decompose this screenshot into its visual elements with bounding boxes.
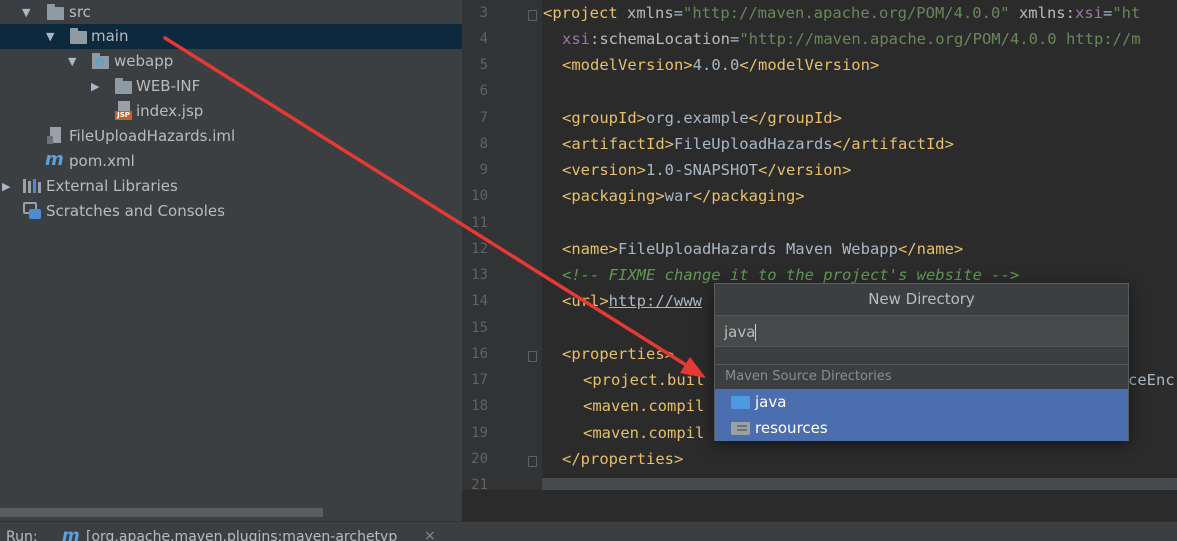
expanded-arrow-icon[interactable]: ▼ bbox=[22, 6, 30, 19]
directory-name-input[interactable]: java bbox=[715, 315, 1128, 347]
line-number: 20 bbox=[471, 451, 488, 467]
line-number: 9 bbox=[479, 162, 488, 178]
text-caret bbox=[755, 324, 757, 341]
editor-horizontal-scrollbar[interactable] bbox=[542, 478, 1177, 490]
tree-item-web-inf[interactable]: ▶ WEB-INF bbox=[0, 74, 462, 99]
tree-item-iml-file[interactable]: FileUploadHazards.iml bbox=[0, 124, 462, 149]
folder-icon bbox=[70, 28, 87, 44]
folder-icon bbox=[47, 4, 64, 20]
resources-folder-icon bbox=[731, 422, 750, 435]
source-folder-icon bbox=[731, 396, 750, 409]
line-number: 6 bbox=[479, 83, 488, 99]
fold-marker-icon[interactable] bbox=[528, 351, 537, 362]
line-number: 7 bbox=[479, 110, 488, 126]
line-number: 19 bbox=[471, 425, 488, 441]
code-line-10: <packaging>war</packaging> bbox=[562, 187, 805, 205]
tree-horizontal-scrollbar[interactable] bbox=[0, 508, 323, 517]
collapsed-arrow-icon[interactable]: ▶ bbox=[2, 180, 10, 193]
expanded-arrow-icon[interactable]: ▼ bbox=[68, 55, 76, 68]
tree-item-webapp[interactable]: ▼ webapp bbox=[0, 49, 462, 74]
run-tab[interactable]: [org.apache.maven.plugins:maven-archetyp bbox=[86, 529, 397, 541]
code-line-18: <maven.compil bbox=[583, 397, 705, 415]
collapsed-arrow-icon[interactable]: ▶ bbox=[91, 80, 99, 93]
line-number: 8 bbox=[479, 136, 488, 152]
code-line-20: </properties> bbox=[562, 450, 684, 468]
code-line-9: <version>1.0-SNAPSHOT</version> bbox=[562, 161, 852, 179]
tree-item-label: src bbox=[69, 3, 91, 21]
suggestion-label: java bbox=[755, 393, 787, 411]
popup-separator bbox=[715, 347, 1128, 365]
line-number: 11 bbox=[471, 215, 488, 231]
code-line-17: <project.buil bbox=[583, 371, 705, 389]
tree-item-pom-xml[interactable]: m pom.xml bbox=[0, 149, 462, 174]
tree-item-label: main bbox=[91, 27, 129, 45]
suggestion-group-label: Maven Source Directories bbox=[725, 369, 892, 384]
suggestion-resources[interactable]: resources bbox=[715, 415, 1128, 441]
code-line-19: <maven.compil bbox=[583, 424, 705, 442]
run-label: Run: bbox=[6, 529, 38, 541]
maven-icon: m bbox=[62, 526, 80, 541]
jsp-file-icon: JSP bbox=[115, 101, 132, 121]
code-line-8: <artifactId>FileUploadHazards</artifactI… bbox=[562, 135, 954, 153]
fold-marker-icon[interactable] bbox=[528, 10, 537, 21]
tree-item-label: webapp bbox=[114, 52, 174, 70]
tree-item-label: External Libraries bbox=[46, 177, 178, 195]
code-line-12: <name>FileUploadHazards Maven Webapp</na… bbox=[562, 240, 964, 258]
line-number: 5 bbox=[479, 57, 488, 73]
line-number: 17 bbox=[471, 372, 488, 388]
tree-item-label: pom.xml bbox=[69, 152, 135, 170]
libraries-icon bbox=[23, 179, 42, 193]
popup-title: New Directory bbox=[868, 290, 975, 308]
code-line-16: <properties> bbox=[562, 345, 674, 363]
line-number: 4 bbox=[479, 31, 488, 47]
code-line-17-tail: ceEnc bbox=[1128, 371, 1175, 389]
line-number: 21 bbox=[471, 477, 488, 493]
code-line-5: <modelVersion>4.0.0</modelVersion> bbox=[562, 56, 880, 74]
line-number: 14 bbox=[471, 293, 488, 309]
line-number: 15 bbox=[471, 320, 488, 336]
close-tab-icon[interactable]: × bbox=[424, 528, 436, 541]
expanded-arrow-icon[interactable]: ▼ bbox=[46, 30, 54, 43]
web-folder-icon bbox=[92, 53, 109, 69]
line-number: 18 bbox=[471, 398, 488, 414]
tree-item-scratches[interactable]: Scratches and Consoles bbox=[0, 199, 462, 224]
tree-item-src[interactable]: ▼ src bbox=[0, 0, 462, 25]
code-line-13: <!-- FIXME change it to the project's we… bbox=[562, 266, 1020, 284]
suggestion-java[interactable]: java bbox=[715, 389, 1128, 415]
tree-item-label: WEB-INF bbox=[136, 77, 201, 95]
code-line-4: xsi:schemaLocation="http://maven.apache.… bbox=[562, 30, 1141, 48]
code-line-7: <groupId>org.example</groupId> bbox=[562, 109, 842, 127]
line-number: 12 bbox=[471, 241, 488, 257]
tree-item-external-libraries[interactable]: ▶ External Libraries bbox=[0, 174, 462, 199]
line-number: 10 bbox=[471, 188, 488, 204]
tree-item-index-jsp[interactable]: JSP index.jsp bbox=[0, 99, 462, 124]
maven-file-icon: m bbox=[45, 149, 64, 170]
folder-icon bbox=[115, 78, 132, 94]
line-number: 13 bbox=[471, 267, 488, 283]
scratches-icon bbox=[23, 202, 42, 220]
project-tree-panel: ▼ src ▼ main ▼ webapp ▶ WEB-INF JSP inde… bbox=[0, 0, 462, 541]
code-line-3: <project xmlns="http://maven.apache.org/… bbox=[543, 4, 1141, 22]
tree-item-label: index.jsp bbox=[136, 102, 204, 120]
code-line-14: <url>http://www bbox=[562, 292, 702, 310]
tree-item-label: FileUploadHazards.iml bbox=[69, 127, 236, 145]
run-tool-bar: Run: m [org.apache.maven.plugins:maven-a… bbox=[0, 521, 1177, 541]
fold-marker-icon[interactable] bbox=[528, 456, 537, 467]
tree-item-main[interactable]: ▼ main bbox=[0, 24, 462, 49]
line-number: 3 bbox=[479, 5, 488, 21]
new-directory-popup: New Directory java Maven Source Director… bbox=[714, 283, 1129, 441]
tree-item-label: Scratches and Consoles bbox=[46, 202, 225, 220]
suggestion-label: resources bbox=[755, 419, 828, 437]
iml-file-icon bbox=[47, 127, 63, 145]
line-number: 16 bbox=[471, 346, 488, 362]
